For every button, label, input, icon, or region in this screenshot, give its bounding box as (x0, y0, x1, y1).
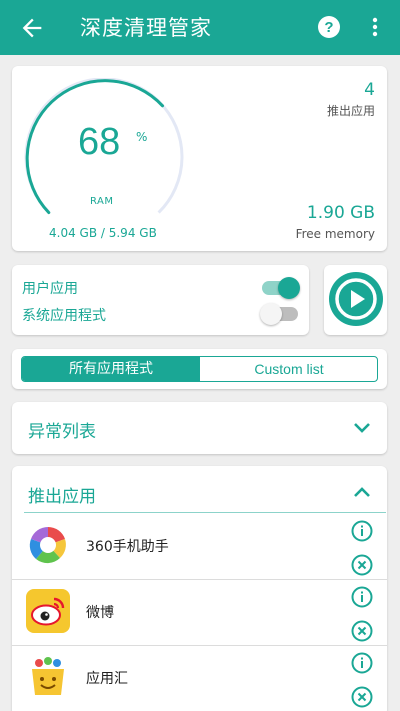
abnormal-list-card[interactable]: 异常列表 (12, 402, 387, 454)
chevron-up-icon[interactable] (353, 486, 371, 498)
app-bar: 深度清理管家 ? (0, 0, 400, 55)
info-icon[interactable] (351, 586, 373, 608)
play-card[interactable] (324, 265, 387, 335)
chevron-down-icon[interactable] (353, 422, 371, 434)
ram-percent: 68 (78, 121, 121, 163)
section-divider (24, 512, 386, 513)
close-icon[interactable] (351, 620, 373, 642)
page-title: 深度清理管家 (80, 16, 212, 40)
app-360-icon (29, 527, 66, 564)
toggle-knob (278, 277, 300, 299)
app-yingyonghui-icon (32, 657, 64, 695)
app-filter-card: 所有应用程式 Custom list (12, 349, 387, 389)
close-icon[interactable] (351, 686, 373, 708)
app-weibo-icon (26, 589, 70, 633)
user-apps-label: 用户应用 (22, 281, 78, 297)
app-filter-segmented: 所有应用程式 Custom list (21, 356, 378, 382)
system-apps-label: 系统应用程式 (22, 308, 106, 324)
ram-label: RAM (90, 196, 114, 207)
system-apps-toggle[interactable] (260, 303, 298, 325)
ram-percent-sign: % (136, 130, 148, 144)
abnormal-list-title: 异常列表 (28, 422, 96, 442)
app-row-360[interactable]: 360手机助手 (12, 514, 387, 580)
more-vert-icon[interactable] (366, 15, 384, 39)
help-icon[interactable]: ? (317, 15, 341, 39)
app-row-weibo[interactable]: 微博 (12, 580, 387, 646)
app-name: 360手机助手 (86, 539, 169, 555)
user-apps-toggle[interactable] (262, 277, 300, 299)
free-memory-label: Free memory (295, 227, 375, 241)
app-row-yingyonghui[interactable]: 应用汇 (12, 646, 387, 711)
back-arrow-icon[interactable] (18, 14, 46, 42)
tab-custom-list[interactable]: Custom list (200, 357, 377, 381)
svg-text:?: ? (324, 19, 333, 36)
free-memory-value: 1.90 GB (306, 203, 375, 223)
info-icon[interactable] (351, 652, 373, 674)
close-icon[interactable] (351, 554, 373, 576)
stopped-apps-card: 推出应用 360手机助手 微博 应用汇 (12, 466, 387, 711)
play-icon[interactable] (328, 271, 384, 327)
info-icon[interactable] (351, 520, 373, 542)
app-name: 微博 (86, 605, 114, 621)
tab-all-apps[interactable]: 所有应用程式 (22, 357, 200, 381)
ram-usage: 4.04 GB / 5.94 GB (49, 226, 157, 240)
toggle-knob (260, 303, 282, 325)
stopped-count: 4 (364, 80, 375, 100)
stopped-apps-title: 推出应用 (28, 487, 96, 507)
ram-card: 68 % RAM 4.04 GB / 5.94 GB 4 推出应用 1.90 G… (12, 66, 387, 251)
app-name: 应用汇 (86, 671, 128, 687)
stopped-count-label: 推出应用 (326, 104, 375, 118)
toggle-card: 用户应用 系统应用程式 (12, 265, 309, 335)
